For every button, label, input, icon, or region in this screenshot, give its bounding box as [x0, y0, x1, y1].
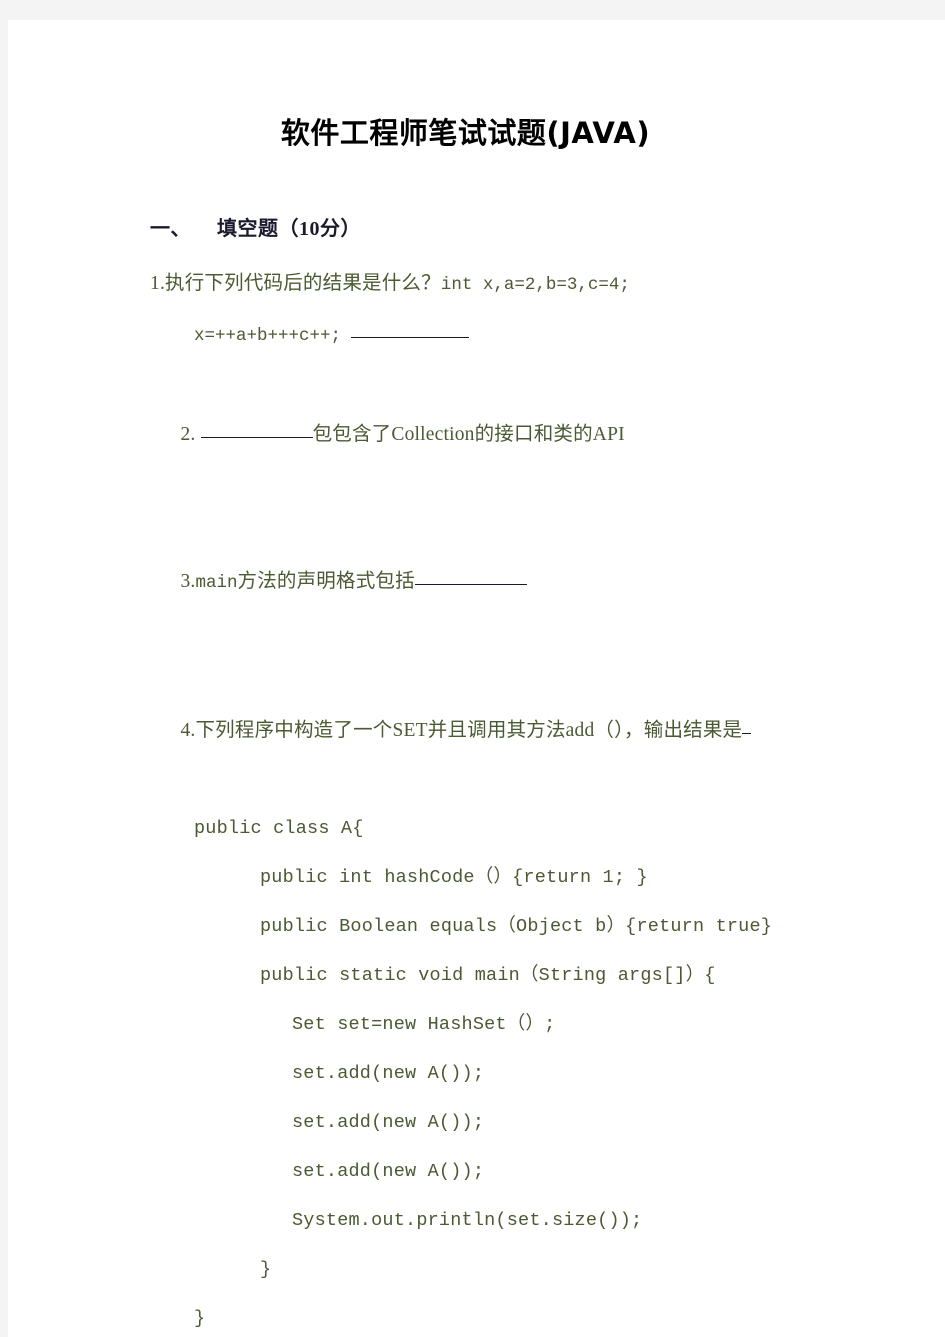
question-1-answer-blank[interactable]	[351, 337, 470, 338]
question-2-answer-blank[interactable]	[200, 437, 313, 438]
question-4-text: 下列程序中构造了一个SET并且调用其方法add（），输出结果是	[195, 720, 743, 741]
section-number: 一、	[150, 218, 191, 240]
question-1-text: 执行下列代码后的结果是什么？	[165, 273, 441, 294]
question-4-code-line-5: set.add(new A());	[292, 1063, 485, 1084]
question-2-line: 2. 包包含了Collection的接口和类的API	[150, 361, 945, 508]
questions-container: 1.执行下列代码后的结果是什么？int x,a=2,b=3,c=4; x=++a…	[8, 241, 945, 1337]
page-number: 1	[462, 1208, 469, 1222]
question-4-line: 4.下列程序中构造了一个SET并且调用其方法add（），输出结果是	[150, 657, 945, 804]
question-2-number: 2.	[180, 424, 196, 445]
question-2-text: 包包含了Collection的接口和类的API	[312, 424, 625, 445]
question-1-line-1: 1.执行下列代码后的结果是什么？int x,a=2,b=3,c=4;	[150, 259, 822, 310]
page-title: 软件工程师笔试试题(JAVA)	[280, 116, 651, 150]
question-3-text-rest: 方法的声明格式包括	[237, 571, 415, 592]
question-4-code-line-2: public Boolean equals（Object b）{return t…	[260, 916, 773, 937]
question-4-code-line-9: }	[260, 1259, 272, 1280]
question-4-code-line-6: set.add(new A());	[292, 1112, 485, 1133]
question-4-code-line-1: public int hashCode（）{return 1; }	[260, 867, 648, 888]
question-4-code-line-3: public static void main（String args[]）{	[260, 965, 716, 986]
question-1-line-2: x=++a+b+++c++;	[150, 310, 945, 361]
question-1-code: x=++a+b+++c++;	[194, 326, 342, 346]
question-3-answer-blank[interactable]	[414, 584, 527, 585]
question-4-answer-blank[interactable]	[742, 733, 752, 734]
section-heading: 一、 填空题（10分）	[8, 152, 945, 241]
question-3-number: 3.	[180, 571, 196, 592]
question-3-text-main: main	[195, 573, 238, 593]
question-4-code-line-0: public class A{	[194, 818, 364, 839]
document-page: 软件工程师笔试试题(JAVA) 一、 填空题（10分） 1.执行下列代码后的结果是…	[8, 20, 945, 1337]
question-4-number: 4.	[180, 720, 196, 741]
question-1-inline-code: int x,a=2,b=3,c=4;	[440, 275, 630, 295]
section-label: 填空题（10分）	[217, 218, 361, 240]
question-4-code-line-10: }	[194, 1308, 206, 1329]
question-3-line: 3.main方法的声明格式包括	[150, 508, 945, 657]
question-1-number: 1.	[150, 273, 166, 294]
question-4-code-line-7: set.add(new A());	[292, 1161, 485, 1182]
question-4-code-line-4: Set set=new HashSet（）;	[292, 1014, 556, 1035]
